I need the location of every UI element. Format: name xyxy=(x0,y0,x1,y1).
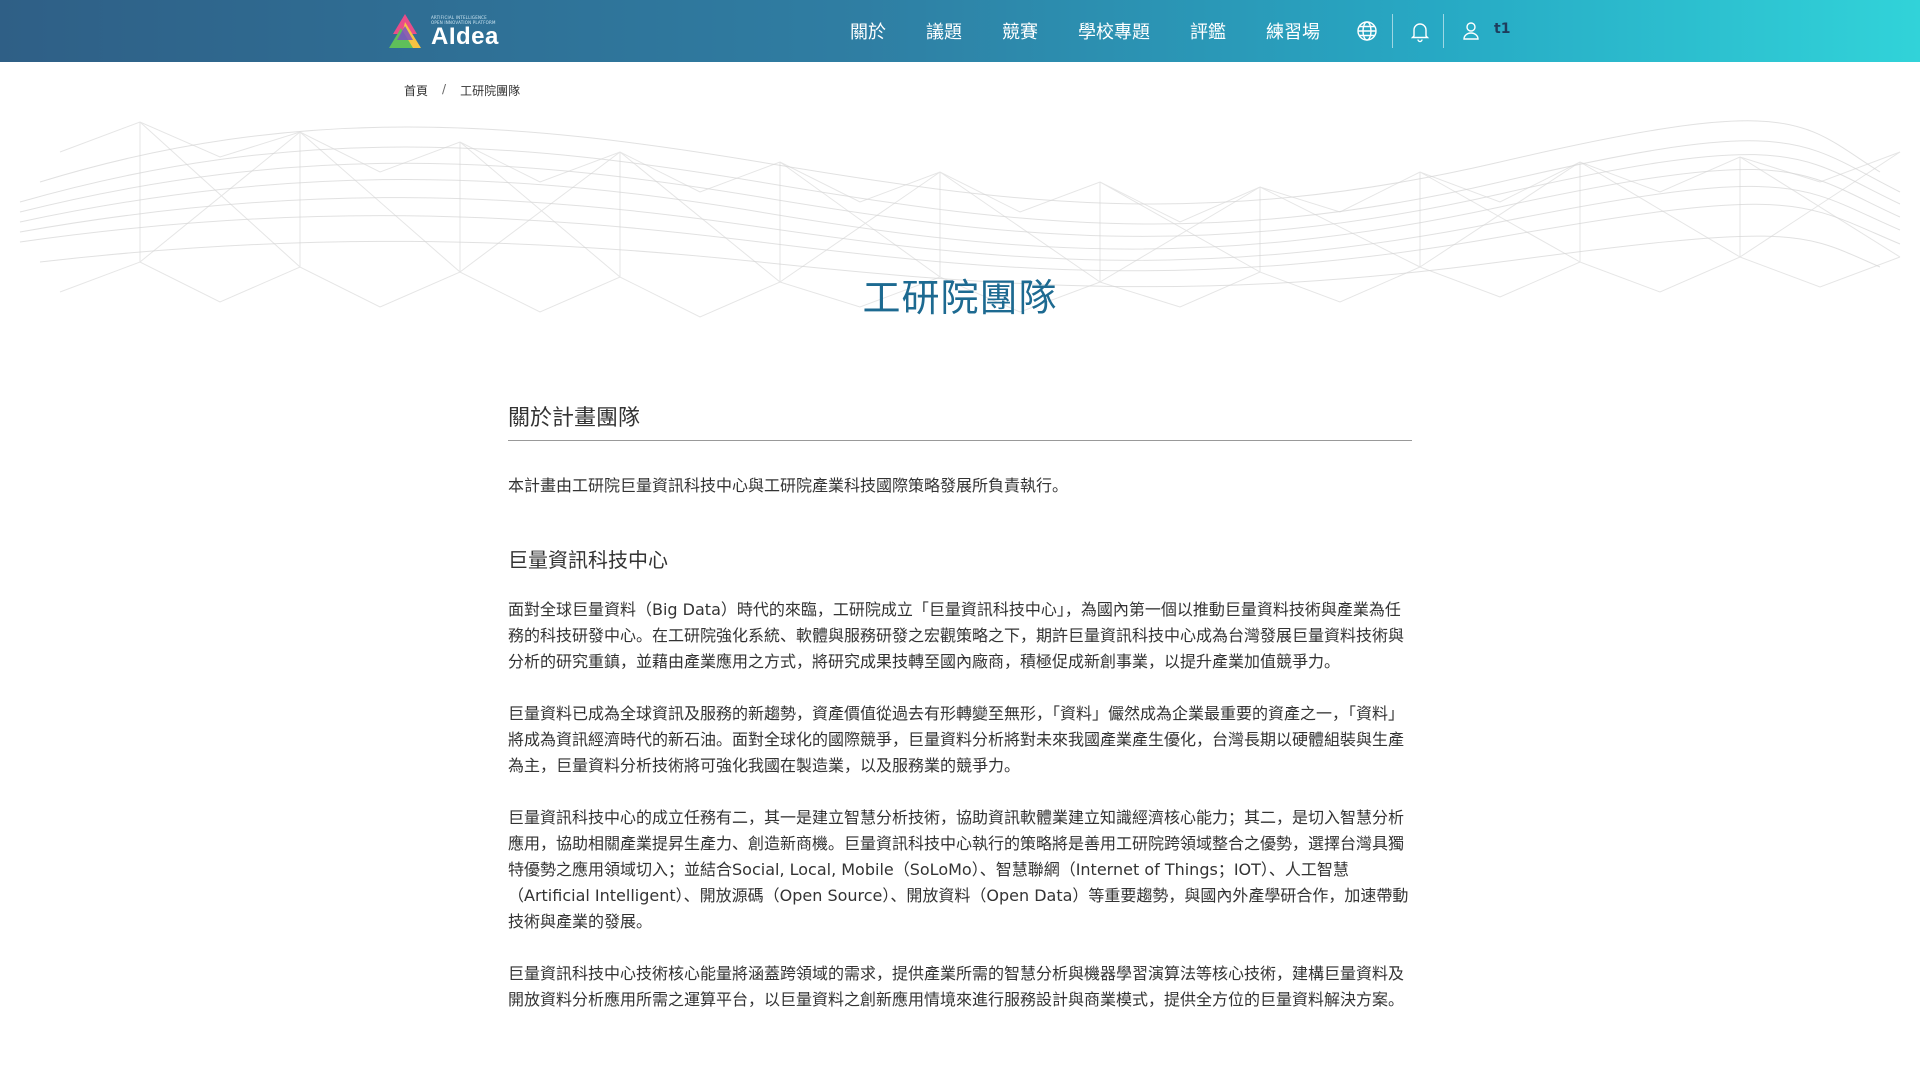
aidea-logo[interactable]: ARTIFICIAL INTELLIGENCE OPEN INNOVATION … xyxy=(387,10,502,52)
user-name[interactable]: t1 xyxy=(1494,21,1510,37)
nav-divider xyxy=(1392,14,1393,48)
paragraph: 面對全球巨量資料（Big Data）時代的來臨，工研院成立「巨量資訊科技中心」，… xyxy=(508,600,1405,671)
nav-divider xyxy=(1443,14,1444,48)
nav-item-evaluation[interactable]: 評鑑 xyxy=(1190,18,1226,44)
aidea-logo-mark-icon xyxy=(387,12,423,50)
paragraph: 巨量資訊科技中心技術核心能量將涵蓋跨領域的需求，提供產業所需的智慧分析與機器學習… xyxy=(508,964,1405,1009)
breadcrumb-separator: / xyxy=(442,82,447,96)
nav-item-school-projects[interactable]: 學校專題 xyxy=(1078,18,1150,44)
section-title: 關於計畫團隊 xyxy=(508,400,1412,441)
nav-item-competitions[interactable]: 競賽 xyxy=(1002,18,1038,44)
main-content: 關於計畫團隊 本計畫由工研院巨量資訊科技中心與工研院產業科技國際策略發展所負責執… xyxy=(508,400,1412,1013)
paragraph: 巨量資訊科技中心的成立任務有二，其一是建立智慧分析技術，協助資訊軟體業建立知識經… xyxy=(508,808,1409,931)
top-navbar: ARTIFICIAL INTELLIGENCE OPEN INNOVATION … xyxy=(0,0,1920,62)
hero-banner: 工研院團隊 xyxy=(0,62,1920,362)
logo-text: ARTIFICIAL INTELLIGENCE OPEN INNOVATION … xyxy=(431,10,503,52)
nav-item-topics[interactable]: 議題 xyxy=(926,18,962,44)
user-icon[interactable] xyxy=(1459,19,1483,43)
nav-item-about[interactable]: 關於 xyxy=(850,18,886,44)
bell-icon[interactable] xyxy=(1408,19,1432,43)
logo-name: AIdea xyxy=(431,23,499,50)
breadcrumb-home-link[interactable]: 首頁 xyxy=(404,82,428,99)
breadcrumb-current: 工研院團隊 xyxy=(460,84,521,98)
nav-item-practice[interactable]: 練習場 xyxy=(1266,18,1320,44)
intro-text: 本計畫由工研院巨量資訊科技中心與工研院產業科技國際策略發展所負責執行。 xyxy=(508,476,1069,495)
breadcrumb: 首頁 / 工研院團隊 xyxy=(404,82,520,99)
paragraph: 巨量資料已成為全球資訊及服務的新趨勢，資產價值從過去有形轉變至無形，「資料」儼然… xyxy=(508,704,1405,775)
main-nav: 關於 議題 競賽 學校專題 評鑑 練習場 xyxy=(850,0,1360,62)
globe-icon[interactable] xyxy=(1355,19,1379,43)
page-title: 工研院團隊 xyxy=(862,276,1058,320)
subsection-title: 巨量資訊科技中心 xyxy=(508,548,668,572)
